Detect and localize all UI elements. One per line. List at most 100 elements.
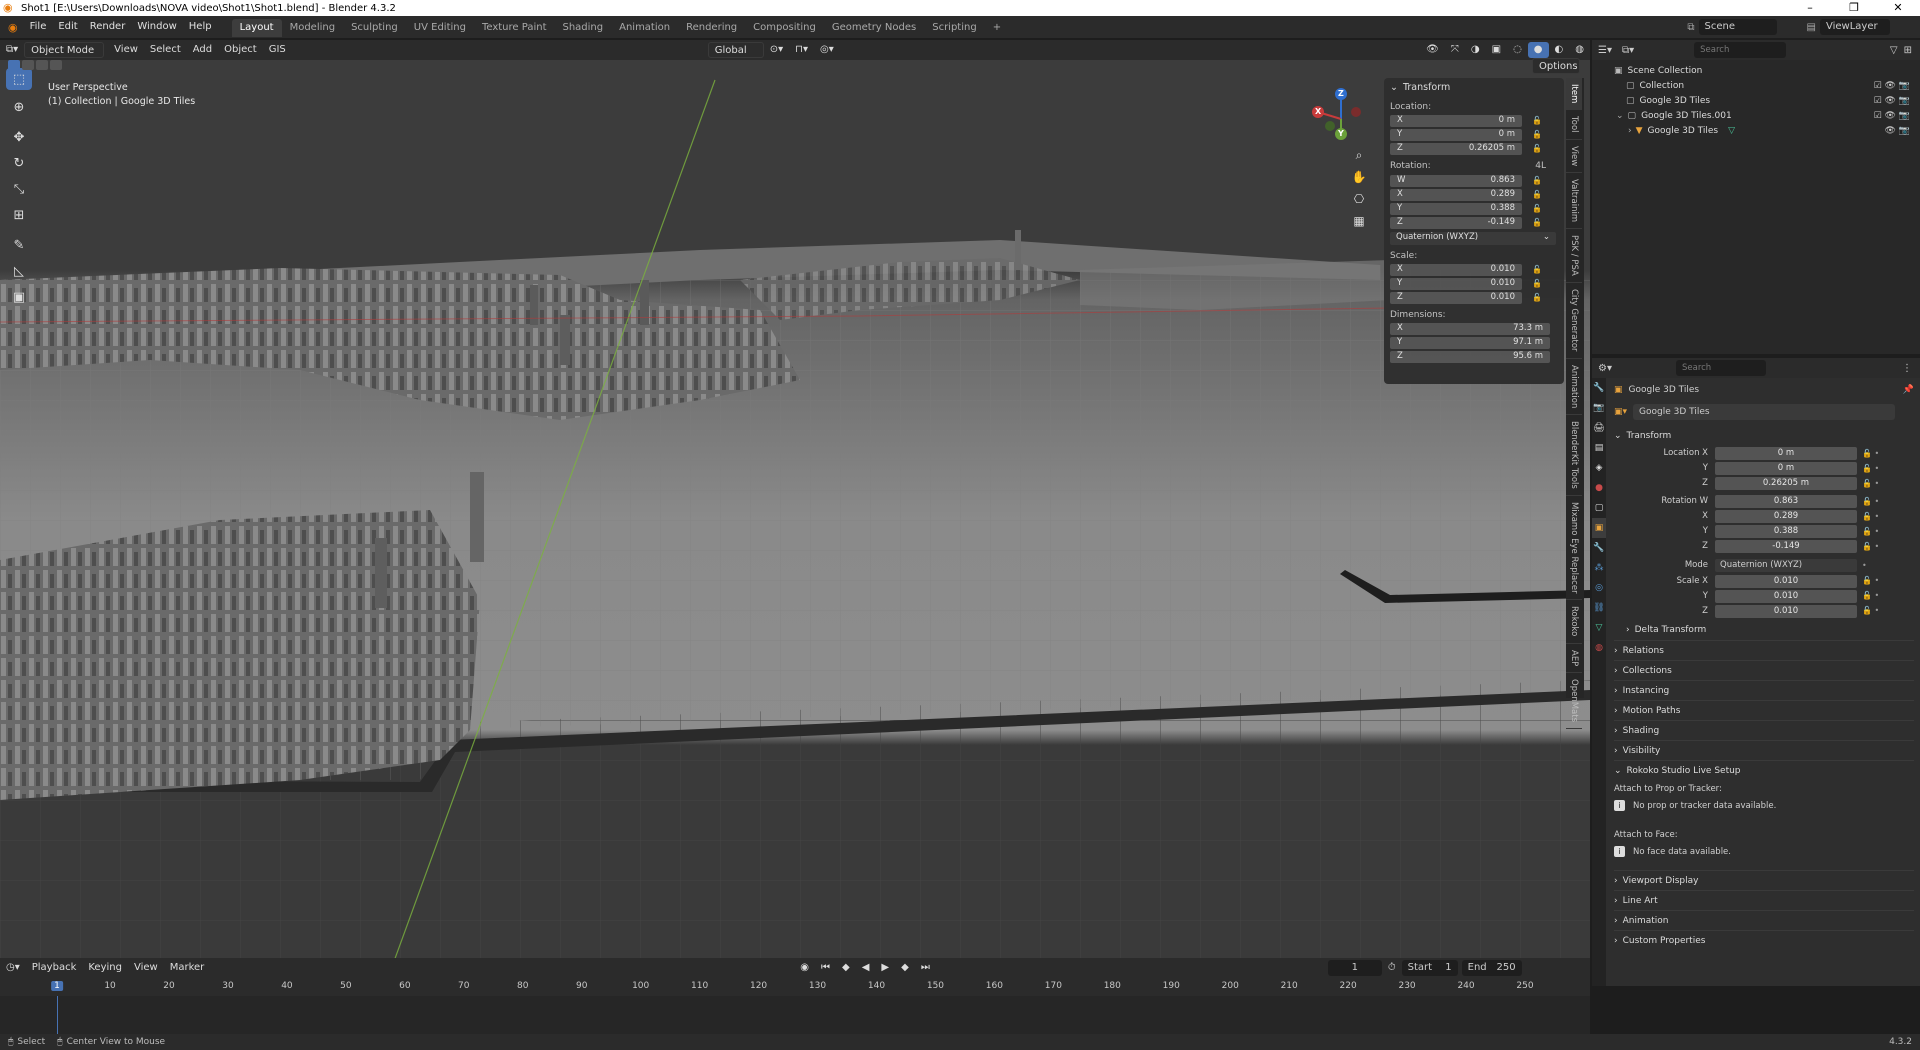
tab-animation[interactable]: Animation (611, 19, 678, 37)
tab-shading[interactable]: Shading (554, 19, 611, 37)
lock-icon[interactable]: • (1862, 558, 1888, 573)
menu-keying[interactable]: Keying (82, 960, 128, 976)
3d-viewport[interactable]: ⬚ ⊕ ✥ ↻ ⤡ ⊞ ✎ ◺ ▣ User Perspective (1) C… (0, 40, 1590, 986)
mesh-data-icon[interactable]: ▽ (1728, 126, 1735, 136)
prop-rotation-w[interactable]: 0.863 (1715, 495, 1857, 508)
prop-rotation-x[interactable]: 0.289 (1715, 510, 1857, 523)
modifiers-tab-icon[interactable]: 🔧 (1592, 538, 1606, 558)
editor-type-icon[interactable]: ☰▾ (1598, 45, 1612, 56)
pan-hand-icon[interactable]: ✋ (1350, 166, 1368, 188)
outliner-row-google-3d-tiles[interactable]: ▢ Google 3D Tiles ☑ 👁 📷 (1592, 93, 1920, 108)
delta-transform-section[interactable]: › Delta Transform (1614, 620, 1914, 640)
world-tab-icon[interactable]: ● (1592, 478, 1606, 498)
scene-selector[interactable]: Scene (1698, 19, 1777, 35)
menu-timeline-view[interactable]: View (128, 960, 164, 976)
lock-icon[interactable]: 🔓 • (1862, 524, 1888, 539)
blender-menu-icon[interactable]: ◉ (8, 21, 18, 34)
dimensions-z-field[interactable]: Z 95.6 m (1390, 350, 1550, 363)
move-tool-icon[interactable]: ✥ (6, 126, 32, 148)
object-data-icon[interactable]: ▣▾ (1614, 407, 1627, 417)
scale-tool-icon[interactable]: ⤡ (6, 178, 32, 200)
transform-tool-icon[interactable]: ⊞ (6, 204, 32, 226)
snap-icon[interactable]: ⊓▾ (789, 42, 814, 58)
object-name-field[interactable]: Google 3D Tiles (1633, 404, 1896, 420)
lock-icon[interactable]: 🔓 • (1862, 539, 1888, 554)
prop-rotation-y[interactable]: 0.388 (1715, 525, 1857, 538)
outliner-search-input[interactable]: Search (1694, 42, 1787, 58)
tab-animation-side[interactable]: Animation (1566, 359, 1582, 415)
pin-icon[interactable]: 📌 (1903, 385, 1914, 395)
pivot-icon[interactable]: ⊙▾ (764, 42, 789, 58)
tab-tool[interactable]: Tool (1566, 110, 1582, 140)
lock-icon[interactable]: 🔓 • (1862, 509, 1888, 524)
visibility-icon[interactable]: 👁 (1420, 42, 1445, 58)
chevron-right-icon[interactable]: › (1628, 126, 1632, 136)
physics-tab-icon[interactable]: ◎ (1592, 578, 1606, 598)
shading-section[interactable]: › Shading (1614, 720, 1914, 740)
relations-section[interactable]: › Relations (1614, 640, 1914, 660)
lock-icon[interactable]: 🔓 (1532, 204, 1544, 213)
dimensions-x-field[interactable]: X 73.3 m (1390, 322, 1550, 335)
cursor-tool-icon[interactable]: ⊕ (6, 96, 32, 118)
filter-icon[interactable]: ▽ (1890, 45, 1898, 56)
rotation-lock-4l[interactable]: 4L (1535, 161, 1546, 171)
prop-scale-x[interactable]: 0.010 (1715, 575, 1857, 588)
menu-gis[interactable]: GIS (263, 42, 292, 58)
tool-tab-icon[interactable]: 🔧 (1592, 378, 1606, 398)
motion-paths-section[interactable]: › Motion Paths (1614, 700, 1914, 720)
orientation-selector[interactable]: Global (707, 42, 764, 58)
play-reverse-icon[interactable]: ◀ (856, 960, 876, 976)
tab-blenderkit-tools[interactable]: BlenderKit Tools (1566, 415, 1582, 496)
menu-add[interactable]: Add (187, 42, 218, 58)
location-y-field[interactable]: Y0 m (1390, 128, 1522, 141)
rotation-mode-dropdown[interactable]: Quaternion (WXYZ) ⌄ (1390, 232, 1556, 245)
rotation-w-field[interactable]: W 0.863 (1390, 174, 1522, 187)
lock-icon[interactable]: 🔓 (1532, 293, 1544, 302)
new-collection-icon[interactable]: ⊞ (1904, 45, 1912, 56)
view-layer-tab-icon[interactable]: ▤ (1592, 438, 1606, 458)
menu-select[interactable]: Select (144, 42, 187, 58)
prop-scale-z[interactable]: 0.010 (1715, 605, 1857, 618)
select-invert-icon[interactable] (50, 60, 62, 70)
end-frame-field[interactable]: End 250 (1461, 960, 1522, 976)
tab-psk-psa[interactable]: PSK / PSA (1566, 229, 1582, 284)
dimensions-y-field[interactable]: Y 97.1 m (1390, 336, 1550, 349)
tab-rokoko[interactable]: Rokoko (1566, 600, 1582, 644)
jump-end-icon[interactable]: ⏭ (915, 960, 936, 976)
custom-properties-section[interactable]: › Custom Properties (1614, 930, 1914, 950)
viewlayer-selector[interactable]: ViewLayer (1820, 19, 1890, 35)
select-subtract-icon[interactable] (36, 60, 48, 70)
lock-icon[interactable]: 🔓 (1532, 279, 1544, 288)
stopwatch-icon[interactable]: ⏱ (1382, 960, 1402, 976)
measure-tool-icon[interactable]: ◺ (6, 260, 32, 282)
tab-geometry-nodes[interactable]: Geometry Nodes (824, 19, 924, 37)
prop-location-z[interactable]: 0.26205 m (1715, 477, 1857, 490)
object-tab-icon[interactable]: ▣ (1592, 518, 1606, 538)
editor-type-icon[interactable]: ⧉▾ (0, 42, 24, 58)
next-keyframe-icon[interactable]: ◆ (895, 960, 915, 976)
location-x-field[interactable]: X0 m (1390, 114, 1522, 127)
tab-item[interactable]: Item (1566, 78, 1582, 111)
zoom-icon[interactable]: ⌕ (1350, 144, 1368, 166)
tab-openmats[interactable]: OpenMats (1566, 673, 1582, 730)
tab-rendering[interactable]: Rendering (678, 19, 745, 37)
record-icon[interactable]: ◉ (794, 960, 815, 976)
visibility-icon[interactable]: 👁 📷 (1885, 126, 1911, 136)
line-art-section[interactable]: › Line Art (1614, 890, 1914, 910)
lock-icon[interactable]: 🔓 • (1862, 446, 1888, 461)
select-extend-icon[interactable] (22, 60, 34, 70)
outliner-row-scene-collection[interactable]: ▣ Scene Collection (1592, 63, 1920, 78)
menu-help[interactable]: Help (183, 16, 218, 38)
xray-icon[interactable]: ▣ (1486, 42, 1507, 58)
scene-tab-icon[interactable]: ◈ (1592, 458, 1606, 478)
tab-uv-editing[interactable]: UV Editing (406, 19, 474, 37)
lock-icon[interactable]: 🔓 • (1862, 494, 1888, 509)
transform-section-header[interactable]: ⌄ Transform (1614, 426, 1914, 446)
collection-tab-icon[interactable]: ▢ (1592, 498, 1606, 518)
lock-icon[interactable]: 🔓 (1532, 144, 1544, 153)
lock-icon[interactable]: 🔓 • (1862, 603, 1888, 618)
ortho-grid-icon[interactable]: ▦ (1350, 210, 1368, 232)
camera-view-icon[interactable]: ⎔ (1350, 188, 1368, 210)
outliner-row-collection[interactable]: ▢ Collection ☑ 👁 📷 (1592, 78, 1920, 93)
lock-icon[interactable]: 🔓 (1532, 130, 1544, 139)
